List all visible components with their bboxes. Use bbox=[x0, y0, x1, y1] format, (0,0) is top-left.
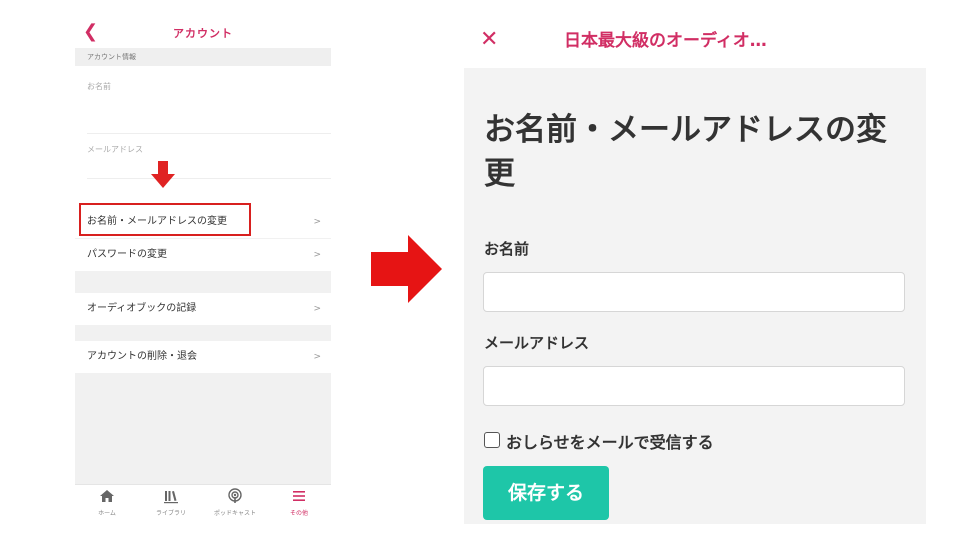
account-title: アカウント bbox=[173, 27, 233, 40]
podcast-icon bbox=[203, 488, 267, 506]
chevron-right-icon: > bbox=[313, 304, 321, 314]
name-field-label: お名前 bbox=[484, 240, 530, 258]
tab-podcast[interactable]: ポッドキャスト bbox=[203, 485, 267, 522]
arrow-right-icon bbox=[371, 235, 442, 305]
page-title: お名前・メールアドレスの変更 bbox=[484, 112, 887, 192]
account-info-section-header: アカウント情報 bbox=[75, 48, 331, 66]
account-screen: ❮ アカウント アカウント情報 お名前 メールアドレス お名前・メールアドレスの… bbox=[75, 18, 331, 522]
tab-library[interactable]: ライブラリ bbox=[139, 485, 203, 522]
modal-header-title: 日本最大級のオーディオ… bbox=[564, 31, 767, 51]
tab-bar: ホーム ライブラリ ポッドキャスト その他 bbox=[75, 484, 331, 522]
menu-item-change-password[interactable]: パスワードの変更 > bbox=[75, 239, 331, 271]
newsletter-checkbox-label[interactable]: おしらせをメールで受信する bbox=[506, 429, 714, 453]
name-info-label: お名前 bbox=[87, 82, 111, 91]
chevron-right-icon: > bbox=[313, 250, 321, 260]
form-panel: お名前・メールアドレスの変更 お名前 メールアドレス おしらせをメールで受信する… bbox=[464, 68, 926, 524]
chevron-right-icon: > bbox=[313, 352, 321, 362]
email-field-label: メールアドレス bbox=[484, 334, 590, 352]
home-icon bbox=[75, 488, 139, 506]
newsletter-checkbox[interactable] bbox=[484, 432, 500, 448]
tab-label: その他 bbox=[289, 510, 308, 517]
tab-label: ホーム bbox=[98, 510, 116, 517]
tab-label: ライブラリ bbox=[155, 510, 186, 517]
tab-more[interactable]: その他 bbox=[267, 485, 331, 522]
account-header: ❮ アカウント bbox=[75, 18, 331, 48]
menu-item-label: アカウントの削除・退会 bbox=[87, 351, 197, 362]
library-icon bbox=[139, 488, 203, 506]
close-icon[interactable]: ✕ bbox=[480, 27, 498, 53]
account-info-panel: お名前 メールアドレス bbox=[75, 66, 331, 210]
name-field[interactable] bbox=[483, 272, 905, 312]
menu-item-audiobook-history[interactable]: オーディオブックの記録 > bbox=[75, 293, 331, 325]
tab-home[interactable]: ホーム bbox=[75, 485, 139, 522]
modal-header: ✕ 日本最大級のオーディオ… bbox=[464, 14, 926, 68]
divider bbox=[87, 133, 331, 134]
menu-item-label: オーディオブックの記録 bbox=[87, 303, 197, 314]
email-field[interactable] bbox=[483, 366, 905, 406]
menu-icon bbox=[267, 488, 331, 506]
highlight-box bbox=[79, 203, 251, 236]
change-name-email-screen: ✕ 日本最大級のオーディオ… お名前・メールアドレスの変更 お名前 メールアドレ… bbox=[464, 14, 926, 524]
divider bbox=[87, 178, 331, 179]
menu-item-label: パスワードの変更 bbox=[87, 249, 167, 260]
email-info-label: メールアドレス bbox=[87, 145, 143, 154]
arrow-down-icon bbox=[151, 161, 175, 189]
menu-item-delete-account[interactable]: アカウントの削除・退会 > bbox=[75, 341, 331, 373]
chevron-right-icon: > bbox=[313, 217, 321, 227]
save-button[interactable]: 保存する bbox=[483, 466, 609, 520]
tab-label: ポッドキャスト bbox=[213, 510, 256, 517]
